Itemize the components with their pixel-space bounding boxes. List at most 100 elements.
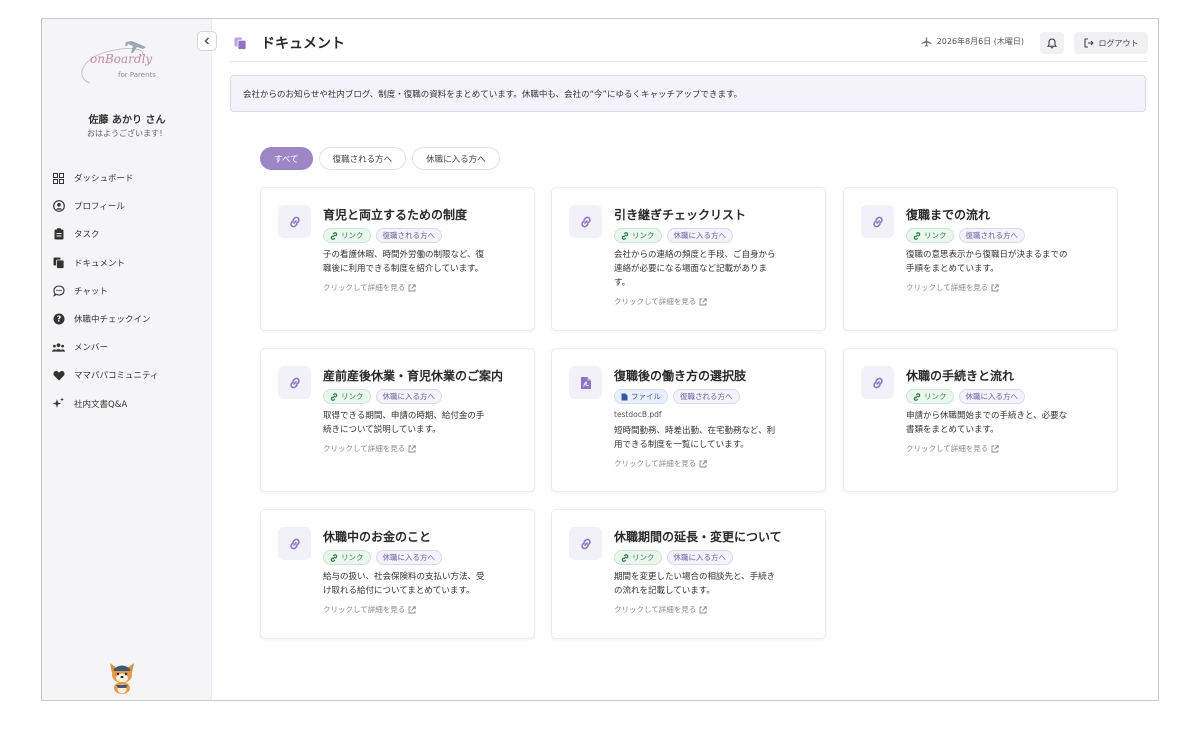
- filter-chip-returning[interactable]: 復職される方へ: [318, 147, 407, 170]
- card-details-label: クリックして詳細を見る: [614, 297, 697, 306]
- card-description-line: 書類をまとめています。: [906, 425, 999, 435]
- sparkles-icon: [52, 397, 65, 410]
- logo-text: onBoardly: [90, 52, 153, 66]
- filter-chip-leaving[interactable]: 休職に入る方へ: [412, 147, 500, 170]
- sidebar-item-label: メンバー: [74, 343, 109, 354]
- document-card[interactable]: 休職中のお金のこと リンク 休職に入る方へ 給与の扱い、社会保険料の支払い方法、受 け取…: [260, 509, 535, 639]
- link-icon-badge: [569, 205, 602, 238]
- card-details-label: クリックして詳細を見る: [323, 283, 406, 292]
- document-card[interactable]: 休職の手続きと流れ リンク 休職に入る方へ 申請から休職開始までの手続きと、必要な 書類…: [843, 348, 1118, 492]
- card-details-link[interactable]: クリックして詳細を見る: [323, 282, 520, 293]
- type-tag: ファイル: [614, 389, 668, 404]
- sidebar-item-documents[interactable]: ドキュメント: [52, 249, 202, 277]
- user-greeting: おはようございます！: [87, 129, 167, 138]
- link-small-icon: [621, 553, 629, 562]
- main-content: ドキュメント 2026年8月6日 (木曜日) ログアウト 会社からのお知らせや社…: [213, 19, 1158, 700]
- card-details-link[interactable]: クリックして詳細を見る: [614, 458, 811, 469]
- link-icon-badge: [861, 366, 894, 399]
- link-icon: [872, 377, 883, 388]
- type-tag-label: リンク: [341, 392, 364, 401]
- sidebar-item-members[interactable]: メンバー: [52, 333, 202, 361]
- card-details-label: クリックして詳細を見る: [906, 444, 989, 453]
- card-description: 給与の扱い、社会保険料の支払い方法、受 け取れる給付についてまとめています。: [323, 570, 520, 598]
- mascot-dog-image: [106, 661, 138, 695]
- sidebar-item-checkin[interactable]: ? 休職中チェックイン: [52, 305, 202, 333]
- card-title: 復職後の働き方の選択肢: [614, 369, 747, 383]
- card-description-line: 会社からの連絡の頻度と手段、ご自身から: [614, 250, 776, 260]
- link-icon-badge: [278, 527, 311, 560]
- card-tags: リンク 休職に入る方へ: [323, 389, 520, 404]
- sidebar-item-dashboard[interactable]: ダッシュボード: [52, 164, 202, 192]
- card-description: 短時間勤務、時差出勤、在宅勤務など、利 用できる制度を一覧にしています。: [614, 424, 811, 452]
- link-icon-badge: [278, 205, 311, 238]
- card-tags: リンク 休職に入る方へ: [906, 389, 1103, 404]
- app-window: onBoardly for Parents 佐藤 あかり さん おはようございま…: [41, 18, 1159, 701]
- document-card[interactable]: 引き継ぎチェックリスト リンク 休職に入る方へ 会社からの連絡の頻度と手段、ご自身から…: [551, 187, 826, 331]
- sidebar-item-chat[interactable]: チャット: [52, 277, 202, 305]
- type-tag-label: ファイル: [631, 392, 661, 401]
- card-body: 復職までの流れ リンク 復職される方へ 復職の意思表示から復職日が決まるまでの 手順をま…: [906, 207, 1103, 293]
- link-small-icon: [330, 553, 338, 562]
- link-icon: [289, 538, 300, 549]
- link-small-icon: [621, 231, 629, 240]
- card-filename: testdocB.pdf: [614, 410, 662, 419]
- document-card[interactable]: 復職後の働き方の選択肢 ファイル 復職される方へ testdocB.pdf 短時間勤務、…: [551, 348, 826, 492]
- card-description-line: 取得できる期間、申請の時期、給付金の手: [323, 411, 485, 421]
- type-tag-label: リンク: [632, 553, 655, 562]
- card-details-link[interactable]: クリックして詳細を見る: [323, 604, 520, 615]
- card-details-link[interactable]: クリックして詳細を見る: [323, 443, 520, 454]
- logout-button[interactable]: ログアウト: [1074, 32, 1148, 54]
- sidebar-item-doc-qa[interactable]: 社内文書Q&A: [52, 390, 202, 418]
- sidebar-nav: ダッシュボード プロフィール タスク ドキュメント チャット ? 休職中チェック…: [52, 164, 202, 418]
- sidebar-collapse-button[interactable]: [197, 31, 217, 51]
- link-small-icon: [330, 231, 338, 240]
- card-title: 復職までの流れ: [906, 208, 991, 222]
- chevron-left-icon: [204, 37, 209, 45]
- card-description: 取得できる期間、申請の時期、給付金の手 続きについて説明しています。: [323, 409, 520, 437]
- link-icon: [580, 538, 591, 549]
- card-body: 休職の手続きと流れ リンク 休職に入る方へ 申請から休職開始までの手続きと、必要な 書類…: [906, 368, 1103, 454]
- card-details-link[interactable]: クリックして詳細を見る: [614, 296, 811, 307]
- sidebar-item-profile[interactable]: プロフィール: [52, 192, 202, 220]
- grid-icon: [52, 172, 65, 185]
- card-description-line: 復職の意思表示から復職日が決まるまでの: [906, 250, 1068, 260]
- card-description-line: の流れを記載しています。: [614, 586, 715, 596]
- document-card[interactable]: 産前産後休業・育児休業のご案内 リンク 休職に入る方へ 取得できる期間、申請の時期、給…: [260, 348, 535, 492]
- card-description: 子の看護休暇、時間外労働の制限など、復 職後に利用できる制度を紹介しています。: [323, 248, 520, 276]
- card-title: 休職期間の延長・変更について: [614, 530, 782, 544]
- type-tag: リンク: [323, 550, 371, 565]
- sidebar-item-community[interactable]: ママパパコミュニティ: [52, 361, 202, 389]
- link-icon: [289, 216, 300, 227]
- category-tag: 休職に入る方へ: [375, 550, 442, 565]
- type-tag-label: リンク: [924, 231, 947, 240]
- card-description-line: 連絡が必要になる場面など記載がありま: [614, 264, 768, 274]
- sidebar-item-label: チャット: [74, 286, 108, 297]
- document-card[interactable]: 休職期間の延長・変更について リンク 休職に入る方へ 期間を変更したい場合の相談先と、…: [551, 509, 826, 639]
- card-details-label: クリックして詳細を見る: [323, 444, 406, 453]
- card-body: 休職中のお金のこと リンク 休職に入る方へ 給与の扱い、社会保険料の支払い方法、受 け取…: [323, 529, 520, 615]
- info-banner: 会社からのお知らせや社内ブログ、制度・復職の資料をまとめています。休職中も、会社…: [230, 75, 1146, 112]
- link-small-icon: [913, 231, 921, 240]
- notifications-button[interactable]: [1040, 32, 1064, 54]
- filter-chip-all[interactable]: すべて: [260, 147, 313, 170]
- filter-chips: すべて 復職される方へ 休職に入る方へ: [260, 147, 500, 170]
- link-small-icon: [330, 392, 338, 401]
- document-card[interactable]: 育児と両立するための制度 リンク 復職される方へ 子の看護休暇、時間外労働の制限など、…: [260, 187, 535, 331]
- document-card[interactable]: 復職までの流れ リンク 復職される方へ 復職の意思表示から復職日が決まるまでの 手順をま…: [843, 187, 1118, 331]
- card-details-label: クリックして詳細を見る: [614, 459, 697, 468]
- sidebar-item-tasks[interactable]: タスク: [52, 220, 202, 248]
- card-description-line: 短時間勤務、時差出勤、在宅勤務など、利: [614, 426, 776, 436]
- card-title: 休職の手続きと流れ: [906, 369, 1015, 383]
- card-tags: リンク 復職される方へ: [323, 228, 520, 243]
- card-tags: リンク 休職に入る方へ: [323, 550, 520, 565]
- card-description-line: 期間を変更したい場合の相談先と、手続き: [614, 572, 776, 582]
- copy-icon: [52, 256, 65, 269]
- card-details-link[interactable]: クリックして詳細を見る: [906, 282, 1103, 293]
- sidebar-item-label: 社内文書Q&A: [74, 399, 128, 410]
- card-details-link[interactable]: クリックして詳細を見る: [906, 443, 1103, 454]
- logout-icon: [1083, 38, 1094, 48]
- type-tag-label: リンク: [632, 231, 655, 240]
- card-details-link[interactable]: クリックして詳細を見る: [614, 604, 811, 615]
- file-small-icon: [621, 393, 628, 400]
- card-details-label: クリックして詳細を見る: [906, 283, 989, 292]
